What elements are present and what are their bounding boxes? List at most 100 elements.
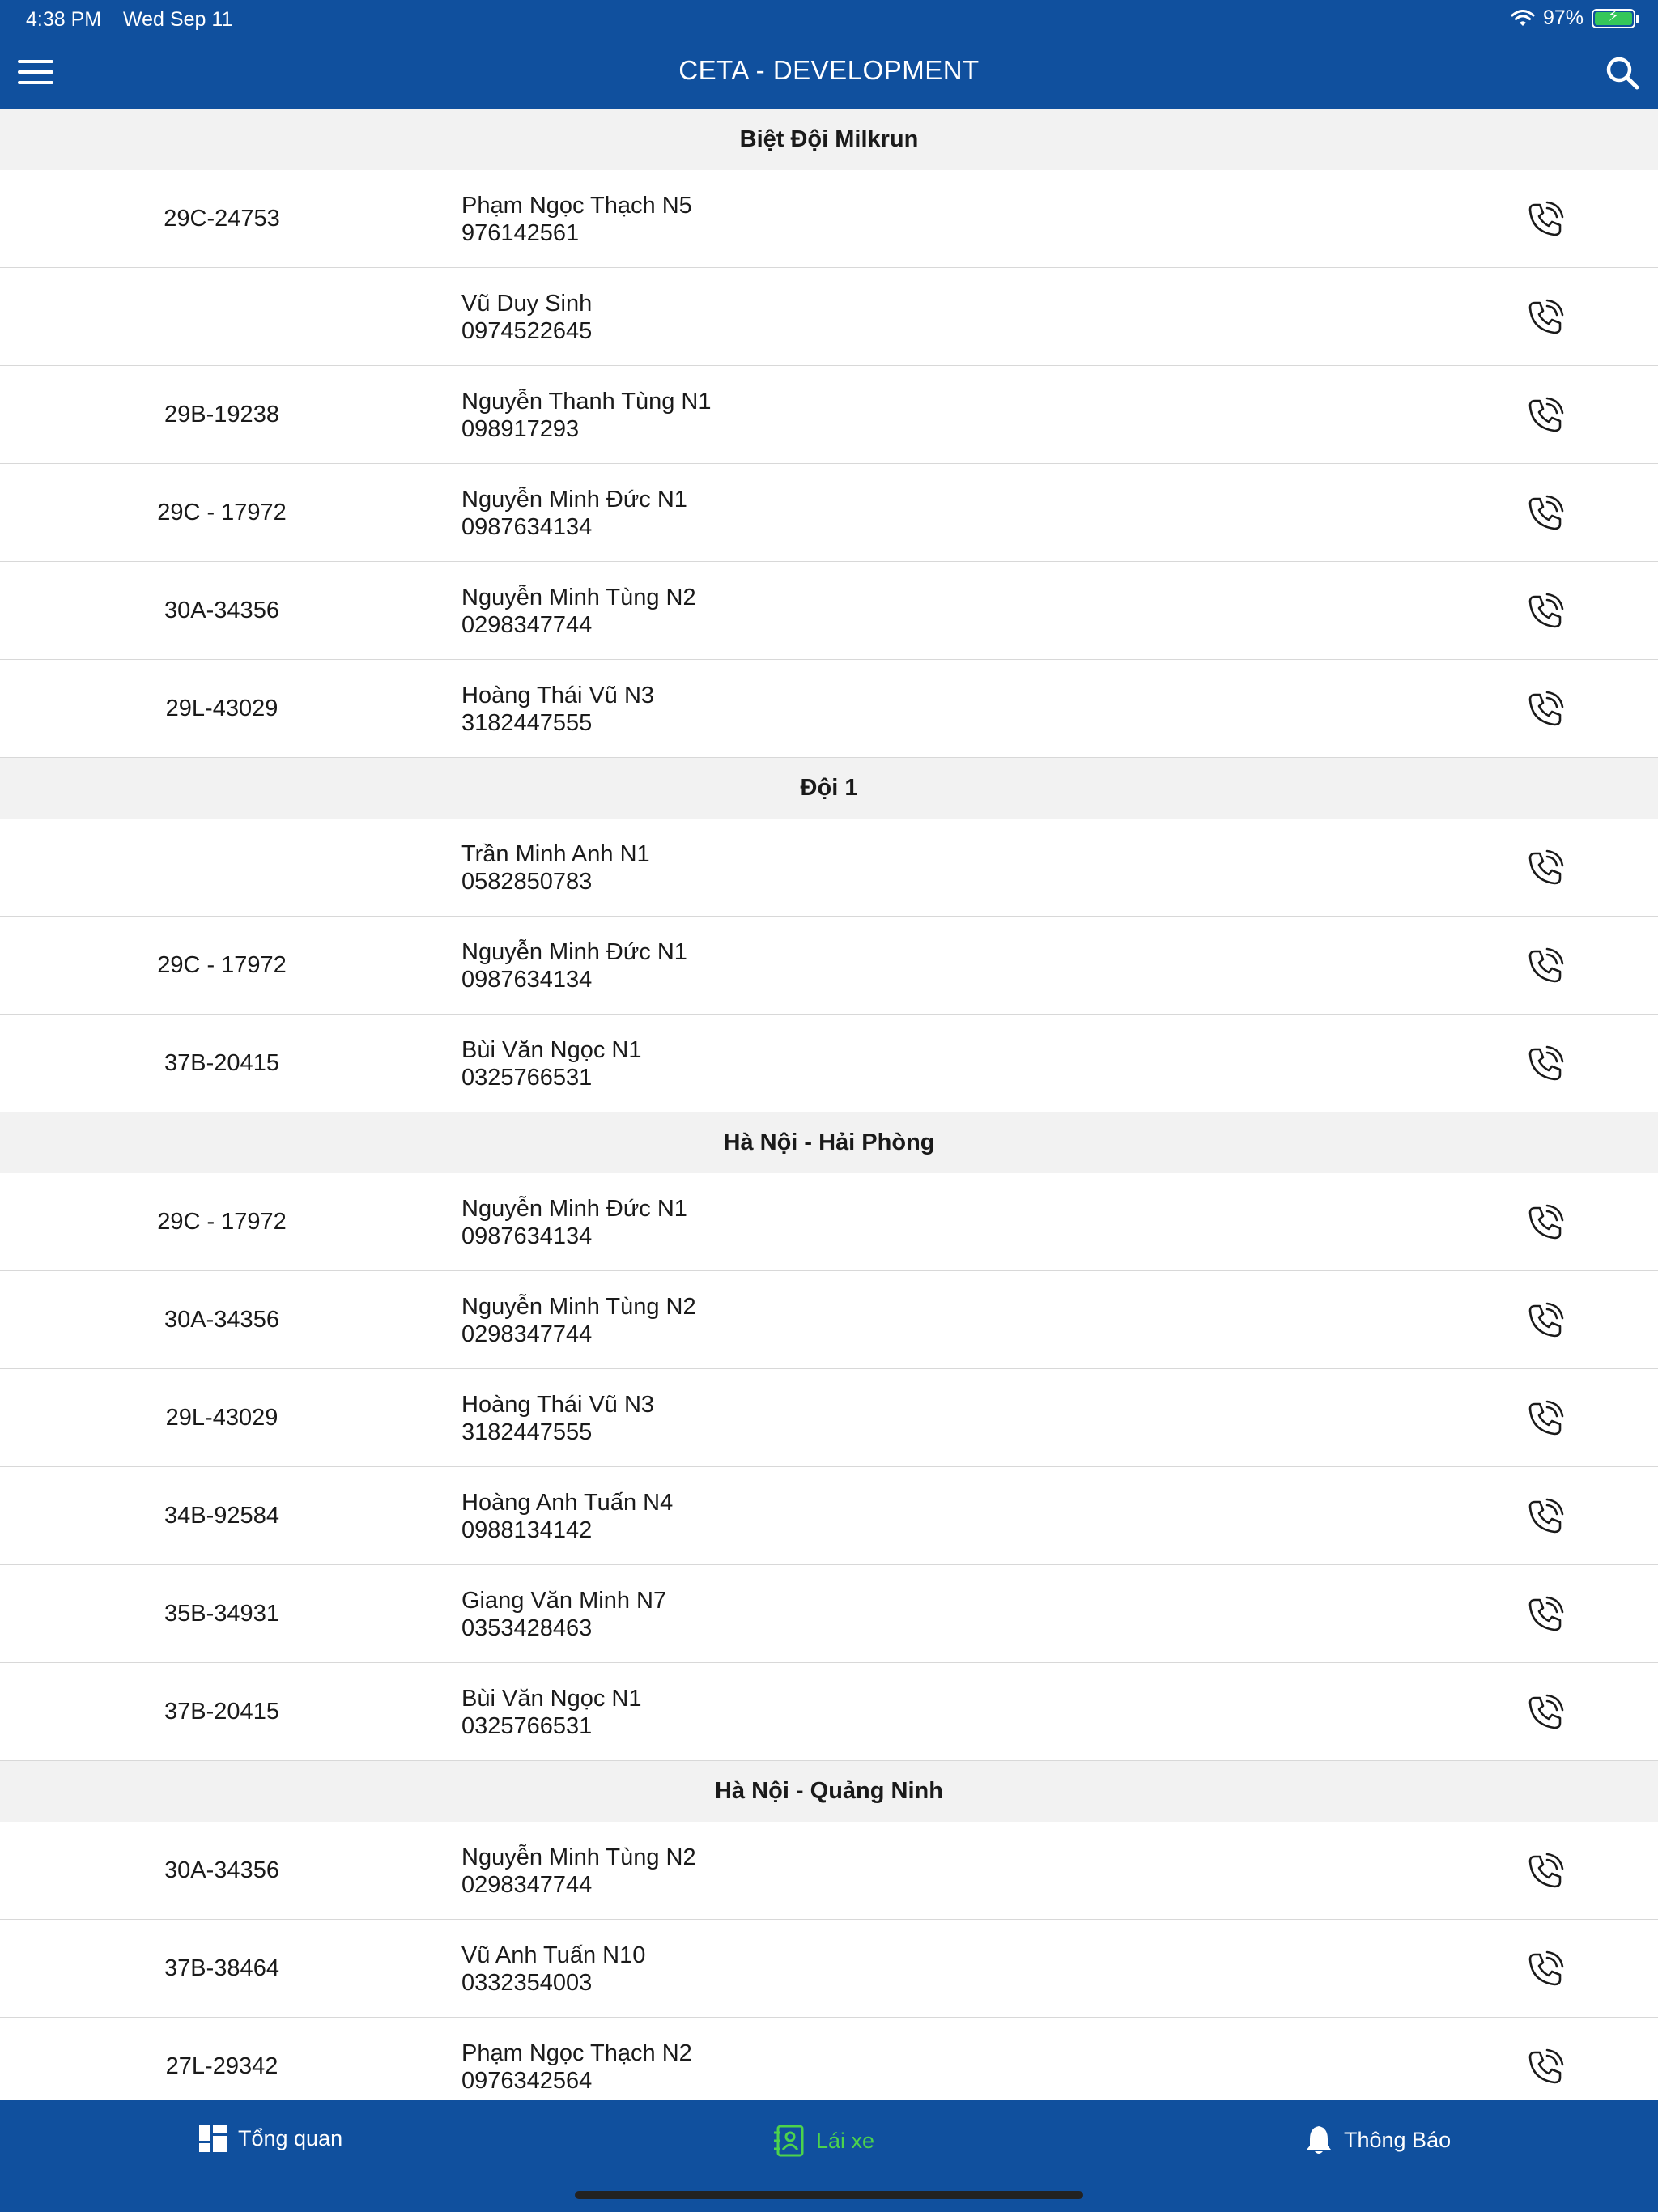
driver-row[interactable]: Vũ Duy Sinh 0974522645: [0, 268, 1658, 366]
driver-row[interactable]: 34B-92584 Hoàng Anh Tuấn N4 0988134142: [0, 1467, 1658, 1565]
driver-list[interactable]: Biệt Đội Milkrun 29C-24753 Phạm Ngọc Thạch…: [0, 109, 1658, 2100]
license-plate: [0, 819, 444, 916]
driver-row[interactable]: 29L-43029 Hoàng Thái Vũ N3 3182447555: [0, 660, 1658, 758]
driver-phone: 0987634134: [461, 967, 593, 993]
license-plate: [0, 268, 444, 365]
driver-info: Nguyễn Minh Tùng N2 0298347744: [461, 584, 696, 639]
driver-name: Trần Minh Anh N1: [461, 841, 650, 867]
call-button[interactable]: [1525, 1950, 1564, 1989]
call-button[interactable]: [1525, 849, 1564, 888]
driver-row[interactable]: Trần Minh Anh N1 0582850783: [0, 819, 1658, 917]
call-button[interactable]: [1525, 1498, 1564, 1537]
dashboard-icon: [199, 2125, 227, 2152]
driver-info: Nguyễn Thanh Tùng N1 098917293: [461, 388, 711, 443]
driver-row[interactable]: 37B-20415 Bùi Văn Ngọc N1 0325766531: [0, 1663, 1658, 1761]
bell-icon: [1307, 2126, 1331, 2154]
driver-row[interactable]: 37B-38464 Vũ Anh Tuấn N10 0332354003: [0, 1920, 1658, 2018]
section-header: Hà Nội - Quảng Ninh: [0, 1761, 1658, 1822]
driver-name: Hoàng Anh Tuấn N4: [461, 1490, 674, 1516]
license-plate: 30A-34356: [164, 597, 279, 623]
driver-info: Hoàng Thái Vũ N3 3182447555: [461, 682, 654, 737]
driver-info: Bùi Văn Ngọc N1 0325766531: [461, 1685, 641, 1740]
tab-overview[interactable]: Tổng quan: [199, 2125, 342, 2152]
license-plate: 29C - 17972: [157, 1208, 287, 1235]
driver-row[interactable]: 27L-29342 Phạm Ngọc Thạch N2 0976342564: [0, 2018, 1658, 2100]
driver-phone: 976142561: [461, 220, 580, 246]
driver-name: Nguyễn Minh Tùng N2: [461, 585, 696, 610]
call-button[interactable]: [1525, 1694, 1564, 1733]
driver-info: Nguyễn Minh Đức N1 0987634134: [461, 1195, 687, 1250]
phone-call-icon: [1525, 1045, 1564, 1087]
driver-name: Hoàng Thái Vũ N3: [461, 1392, 655, 1418]
call-button[interactable]: [1525, 1045, 1564, 1084]
phone-call-icon: [1525, 397, 1564, 439]
phone-call-icon: [1525, 849, 1564, 891]
call-button[interactable]: [1525, 1853, 1564, 1891]
call-button[interactable]: [1525, 593, 1564, 632]
license-plate: 37B-20415: [164, 1698, 279, 1725]
call-button[interactable]: [1525, 2048, 1564, 2087]
driver-info: Phạm Ngọc Thạch N2 0976342564: [461, 2040, 692, 2095]
nav-bar: CETA - DEVELOPMENT: [0, 39, 1658, 109]
driver-name: Phạm Ngọc Thạch N2: [461, 2040, 692, 2066]
tab-notifications-label: Thông Báo: [1344, 2127, 1452, 2152]
driver-name: Nguyễn Minh Đức N1: [461, 487, 687, 513]
driver-phone: 0298347744: [461, 1872, 593, 1898]
driver-phone: 0298347744: [461, 612, 593, 638]
call-button[interactable]: [1525, 1596, 1564, 1635]
tab-drivers-label: Lái xe: [816, 2128, 875, 2153]
driver-row[interactable]: 30A-34356 Nguyễn Minh Tùng N2 0298347744: [0, 562, 1658, 660]
driver-info: Nguyễn Minh Đức N1 0987634134: [461, 938, 687, 993]
driver-info: Nguyễn Minh Tùng N2 0298347744: [461, 1844, 696, 1899]
call-button[interactable]: [1525, 201, 1564, 240]
call-button[interactable]: [1525, 1302, 1564, 1341]
tab-bar: Tổng quan Lái xe Thông Báo: [0, 2100, 1658, 2212]
license-plate: 35B-34931: [164, 1600, 279, 1627]
driver-name: Bùi Văn Ngọc N1: [461, 1686, 642, 1712]
driver-row[interactable]: 30A-34356 Nguyễn Minh Tùng N2 0298347744: [0, 1822, 1658, 1920]
driver-info: Giang Văn Minh N7 0353428463: [461, 1587, 666, 1642]
license-plate: 29C - 17972: [157, 499, 287, 525]
call-button[interactable]: [1525, 1204, 1564, 1243]
call-button[interactable]: [1525, 947, 1564, 986]
wifi-icon: [1511, 9, 1535, 26]
driver-row[interactable]: 29C-24753 Phạm Ngọc Thạch N5 976142561: [0, 170, 1658, 268]
driver-row[interactable]: 35B-34931 Giang Văn Minh N7 0353428463: [0, 1565, 1658, 1663]
phone-call-icon: [1525, 1853, 1564, 1895]
driver-row[interactable]: 29L-43029 Hoàng Thái Vũ N3 3182447555: [0, 1369, 1658, 1467]
driver-phone: 0988134142: [461, 1517, 593, 1543]
driver-row[interactable]: 37B-20415 Bùi Văn Ngọc N1 0325766531: [0, 1015, 1658, 1112]
call-button[interactable]: [1525, 299, 1564, 338]
section-header: Đội 1: [0, 758, 1658, 819]
driver-info: Nguyễn Minh Tùng N2 0298347744: [461, 1293, 696, 1348]
driver-name: Nguyễn Minh Đức N1: [461, 1196, 687, 1222]
phone-call-icon: [1525, 495, 1564, 537]
status-date: Wed Sep 11: [123, 8, 233, 31]
driver-row[interactable]: 29C - 17972 Nguyễn Minh Đức N1 0987634134: [0, 464, 1658, 562]
driver-row[interactable]: 29C - 17972 Nguyễn Minh Đức N1 0987634134: [0, 917, 1658, 1015]
call-button[interactable]: [1525, 691, 1564, 730]
driver-phone: 0974522645: [461, 318, 593, 344]
call-button[interactable]: [1525, 1400, 1564, 1439]
license-plate: 29C - 17972: [157, 951, 287, 978]
driver-name: Nguyễn Minh Tùng N2: [461, 1844, 696, 1870]
driver-info: Nguyễn Minh Đức N1 0987634134: [461, 486, 687, 541]
driver-info: Phạm Ngọc Thạch N5 976142561: [461, 192, 692, 247]
license-plate: 34B-92584: [164, 1502, 279, 1529]
driver-name: Phạm Ngọc Thạch N5: [461, 193, 692, 219]
tab-drivers[interactable]: Lái xe: [772, 2125, 874, 2157]
driver-row[interactable]: 29C - 17972 Nguyễn Minh Đức N1 0987634134: [0, 1173, 1658, 1271]
driver-row[interactable]: 29B-19238 Nguyễn Thanh Tùng N1 098917293: [0, 366, 1658, 464]
driver-contacts-icon: [774, 2125, 804, 2157]
driver-phone: 0987634134: [461, 1223, 593, 1249]
search-button[interactable]: [1605, 55, 1640, 91]
call-button[interactable]: [1525, 397, 1564, 436]
battery-percent: 97%: [1542, 6, 1584, 29]
driver-name: Nguyễn Minh Đức N1: [461, 939, 687, 965]
phone-call-icon: [1525, 1694, 1564, 1736]
driver-row[interactable]: 30A-34356 Nguyễn Minh Tùng N2 0298347744: [0, 1271, 1658, 1369]
call-button[interactable]: [1525, 495, 1564, 534]
phone-call-icon: [1525, 593, 1564, 635]
driver-phone: 098917293: [461, 416, 580, 442]
tab-notifications[interactable]: Thông Báo: [1305, 2125, 1451, 2155]
